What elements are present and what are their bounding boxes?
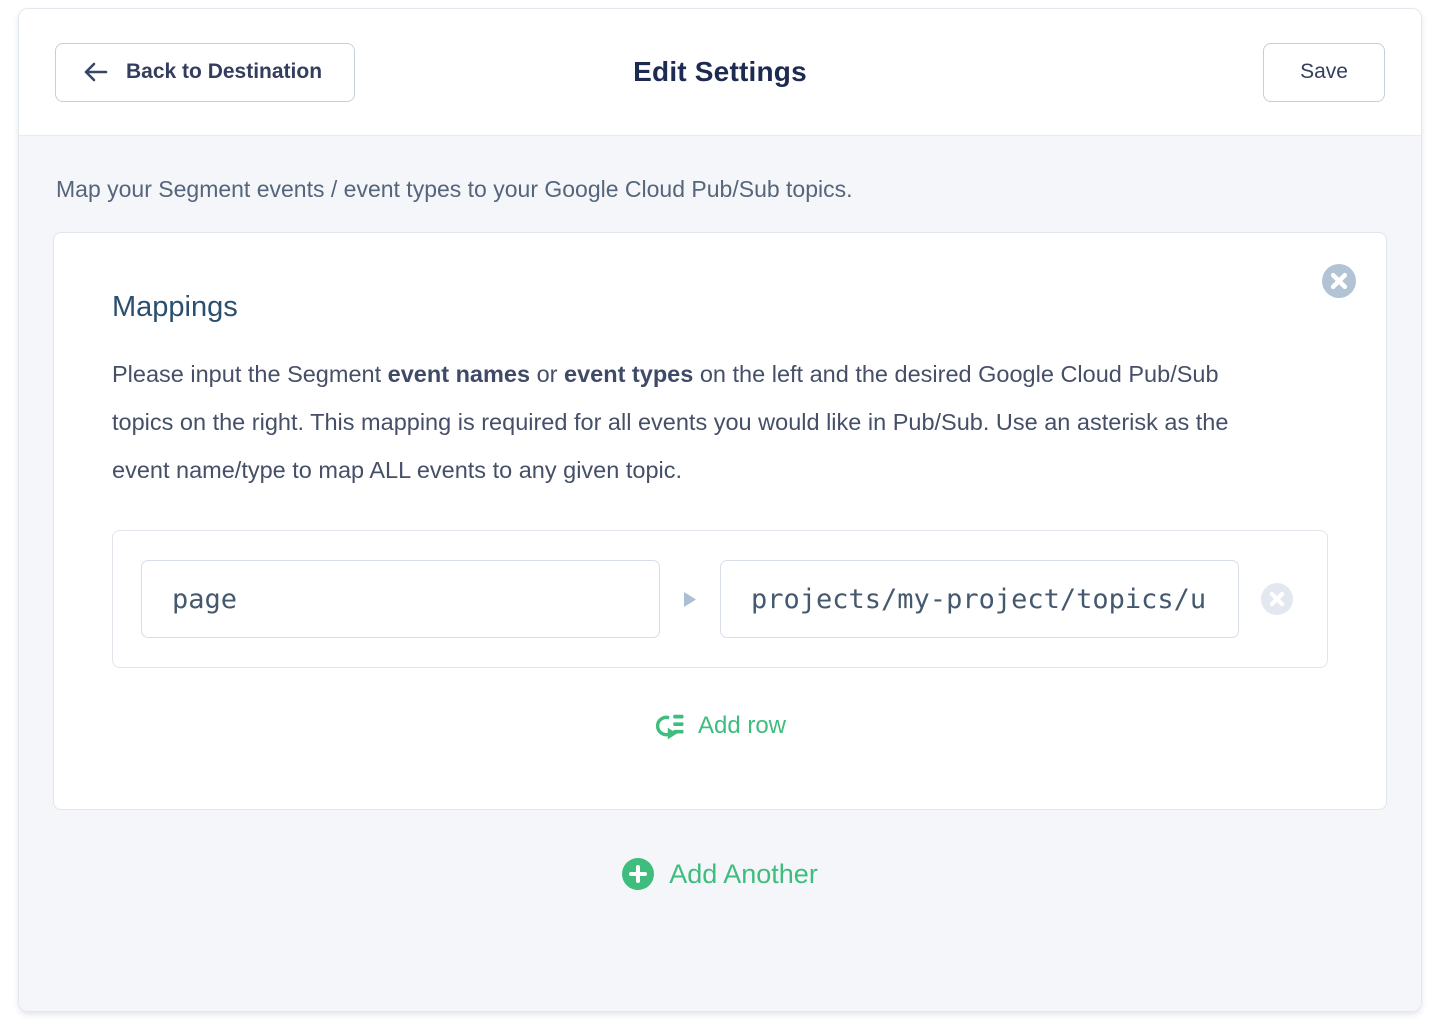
arrow-left-icon — [82, 60, 109, 84]
remove-row-button[interactable] — [1261, 583, 1293, 615]
add-another-label: Add Another — [669, 859, 818, 890]
back-button-label: Back to Destination — [126, 60, 322, 84]
save-button[interactable]: Save — [1263, 43, 1385, 102]
settings-body: Map your Segment events / event types to… — [19, 136, 1421, 1012]
edit-settings-window: Back to Destination Edit Settings Save M… — [18, 8, 1422, 1012]
header: Back to Destination Edit Settings Save — [19, 9, 1421, 136]
add-another-button[interactable]: Add Another — [622, 858, 818, 890]
mapping-row — [112, 530, 1328, 668]
event-name-input[interactable] — [141, 560, 660, 638]
remove-mappings-setting-button[interactable] — [1322, 264, 1356, 298]
add-row-button[interactable]: Add row — [654, 712, 786, 740]
plus-circle-icon — [622, 858, 654, 890]
description-text: or — [530, 361, 564, 387]
page-title: Edit Settings — [633, 56, 807, 88]
close-circle-icon — [1322, 264, 1356, 298]
close-circle-icon — [1261, 583, 1293, 615]
mappings-description: Please input the Segment event names or … — [112, 350, 1282, 494]
add-another-container: Add Another — [53, 858, 1387, 895]
intro-text: Map your Segment events / event types to… — [56, 136, 1387, 203]
back-to-destination-button[interactable]: Back to Destination — [55, 43, 355, 102]
description-bold-event-types: event types — [564, 361, 693, 387]
mappings-heading: Mappings — [112, 291, 1328, 324]
description-text: Please input the Segment — [112, 361, 388, 387]
mappings-card: Mappings Please input the Segment event … — [53, 232, 1387, 810]
description-bold-event-names: event names — [388, 361, 530, 387]
topic-input[interactable] — [720, 560, 1239, 638]
arrow-right-icon — [683, 591, 697, 608]
add-row-icon — [654, 712, 685, 740]
add-row-container: Add row — [112, 712, 1328, 745]
add-row-label: Add row — [698, 712, 786, 740]
